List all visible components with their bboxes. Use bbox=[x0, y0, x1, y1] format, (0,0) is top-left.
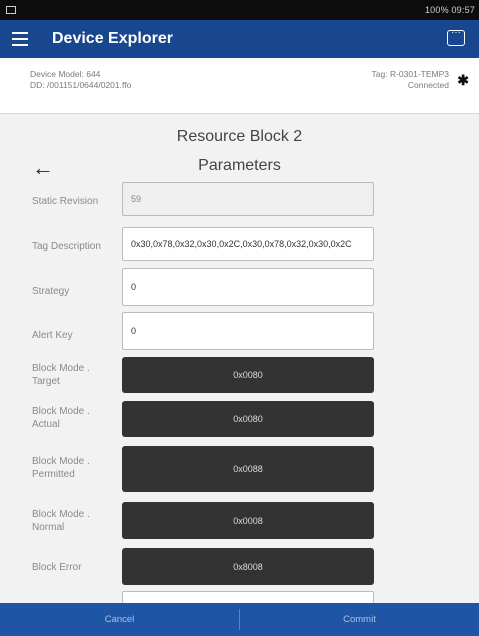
page-title: Resource Block 2 bbox=[176, 128, 303, 145]
block-error-button[interactable]: 0x8008 bbox=[122, 548, 374, 585]
connection-status: Connected bbox=[407, 80, 449, 90]
next-parameter-field[interactable] bbox=[122, 591, 374, 603]
block-error-label: Block Error bbox=[32, 562, 82, 573]
block-mode-permitted-button[interactable]: 0x0088 bbox=[122, 446, 374, 492]
block-mode-target-label: Block Mode . Target bbox=[32, 363, 90, 387]
chat-icon[interactable] bbox=[447, 27, 465, 46]
block-mode-permitted-label: Block Mode . Permitted bbox=[32, 456, 90, 480]
strategy-input[interactable]: 0 bbox=[122, 268, 374, 306]
strategy-label: Strategy bbox=[32, 286, 70, 297]
device-dd-path: DD: /001151/0644/0201.ffo bbox=[30, 80, 132, 90]
page-subtitle: Parameters bbox=[198, 157, 281, 174]
block-mode-normal-button[interactable]: 0x0008 bbox=[122, 502, 374, 539]
block-mode-actual-label: Block Mode . Actual bbox=[32, 406, 90, 430]
cancel-button[interactable]: Cancel bbox=[0, 603, 239, 636]
app-title: Device Explorer bbox=[52, 30, 173, 47]
tag-description-input[interactable]: 0x30,0x78,0x32,0x30,0x2C,0x30,0x78,0x32,… bbox=[122, 227, 374, 261]
block-mode-actual-button[interactable]: 0x0080 bbox=[122, 401, 374, 437]
device-model: Device Model: 644 bbox=[30, 69, 101, 79]
action-bar: Cancel Commit bbox=[0, 603, 479, 636]
bluetooth-icon: ✱ bbox=[457, 72, 469, 88]
commit-button[interactable]: Commit bbox=[240, 603, 479, 636]
device-tag: Tag: R-0301-TEMP3 bbox=[371, 69, 449, 79]
back-arrow-icon[interactable]: ← bbox=[32, 157, 54, 179]
status-bar: 100% 09:57 bbox=[0, 0, 479, 20]
image-notification-icon bbox=[6, 6, 16, 14]
hamburger-menu-icon[interactable] bbox=[12, 32, 28, 46]
tag-description-label: Tag Description bbox=[32, 241, 101, 252]
alert-key-label: Alert Key bbox=[32, 330, 73, 341]
device-info-header: Device Model: 644 DD: /001151/0644/0201.… bbox=[0, 58, 479, 114]
static-revision-field: 59 bbox=[122, 182, 374, 216]
app-bar: Device Explorer bbox=[0, 20, 479, 58]
status-clock-battery: 100% 09:57 bbox=[424, 5, 475, 15]
block-mode-target-button[interactable]: 0x0080 bbox=[122, 357, 374, 393]
block-mode-normal-label: Block Mode . Normal bbox=[32, 509, 90, 533]
static-revision-label: Static Revision bbox=[32, 196, 99, 207]
alert-key-input[interactable]: 0 bbox=[122, 312, 374, 350]
